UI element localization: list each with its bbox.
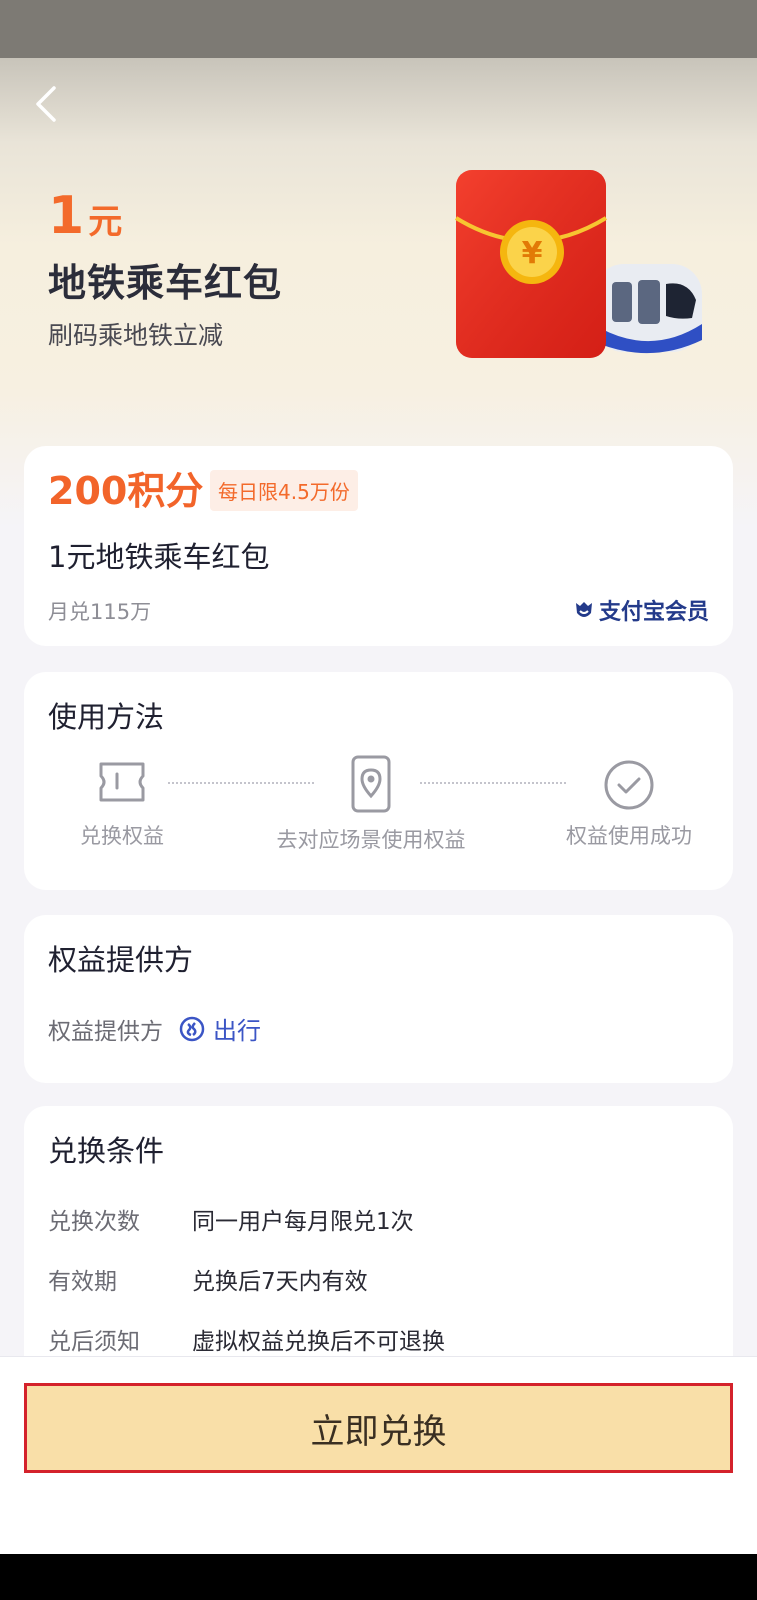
daily-limit-badge: 每日限4.5万份	[210, 470, 358, 511]
system-nav-bar	[0, 1554, 757, 1600]
usage-card: 使用方法 兑换权益 去对应场景使用权益 权益使用成功	[24, 672, 733, 890]
subway-train-icon	[594, 264, 702, 354]
provider-name: 出行	[213, 1017, 261, 1045]
hero-amount-unit: 元	[88, 202, 123, 242]
chevron-left-icon	[36, 86, 56, 122]
condition-row: 兑换次数 同一用户每月限兑1次	[48, 1202, 414, 1236]
bottom-action-bar: 立即兑换	[0, 1356, 757, 1555]
usage-title: 使用方法	[48, 700, 165, 734]
provider-row: 权益提供方 出行	[48, 1011, 261, 1046]
travel-logo-icon	[179, 1016, 205, 1041]
svg-text:¥: ¥	[522, 236, 543, 271]
member-badge-label: 支付宝会员	[598, 600, 709, 625]
hero-amount-value: 1	[48, 186, 85, 246]
usage-step-success: 权益使用成功	[544, 758, 714, 850]
condition-value: 同一用户每月限兑1次	[192, 1209, 414, 1235]
points-price: 200积分	[48, 469, 204, 513]
condition-key: 兑后须知	[48, 1329, 140, 1355]
condition-value: 虚拟权益兑换后不可退换	[192, 1329, 445, 1355]
phone-location-icon	[351, 755, 391, 813]
back-button[interactable]	[26, 80, 66, 128]
redeem-now-button[interactable]: 立即兑换	[24, 1383, 733, 1473]
condition-key: 兑换次数	[48, 1209, 140, 1235]
step-label: 兑换权益	[80, 824, 164, 848]
monthly-redeemed: 月兑115万	[48, 600, 152, 624]
product-card: 200积分 每日限4.5万份 1元地铁乘车红包 月兑115万 支付宝会员	[24, 446, 733, 646]
condition-value: 兑换后7天内有效	[192, 1269, 368, 1295]
provider-card: 权益提供方 权益提供方 出行	[24, 915, 733, 1083]
usage-step-use: 去对应场景使用权益	[248, 754, 494, 854]
usage-step-redeem: 兑换权益	[62, 758, 182, 850]
red-envelope-subway-illustration: ¥	[454, 170, 702, 358]
check-circle-icon	[604, 760, 654, 810]
provider-title: 权益提供方	[48, 943, 194, 977]
product-name: 1元地铁乘车红包	[48, 540, 270, 574]
hero-subtitle: 刷码乘地铁立减	[48, 321, 224, 350]
status-bar	[0, 0, 757, 58]
hero-title: 地铁乘车红包	[48, 261, 283, 305]
conditions-title: 兑换条件	[48, 1134, 165, 1168]
condition-row: 有效期 兑换后7天内有效	[48, 1262, 368, 1296]
provider-link[interactable]: 出行	[179, 1011, 261, 1046]
provider-label: 权益提供方	[48, 1018, 163, 1045]
red-envelope-icon: ¥	[454, 170, 608, 358]
step-label: 去对应场景使用权益	[276, 828, 466, 852]
condition-row: 兑后须知 虚拟权益兑换后不可退换	[48, 1322, 445, 1356]
hero-amount: 1元	[48, 190, 122, 242]
ticket-icon	[99, 762, 145, 802]
step-label: 权益使用成功	[566, 824, 692, 848]
condition-key: 有效期	[48, 1269, 117, 1295]
conditions-card: 兑换条件 兑换次数 同一用户每月限兑1次 有效期 兑换后7天内有效 兑后须知 虚…	[24, 1106, 733, 1356]
alipay-member-badge: 支付宝会员	[573, 594, 709, 626]
alipay-member-icon	[575, 602, 592, 617]
